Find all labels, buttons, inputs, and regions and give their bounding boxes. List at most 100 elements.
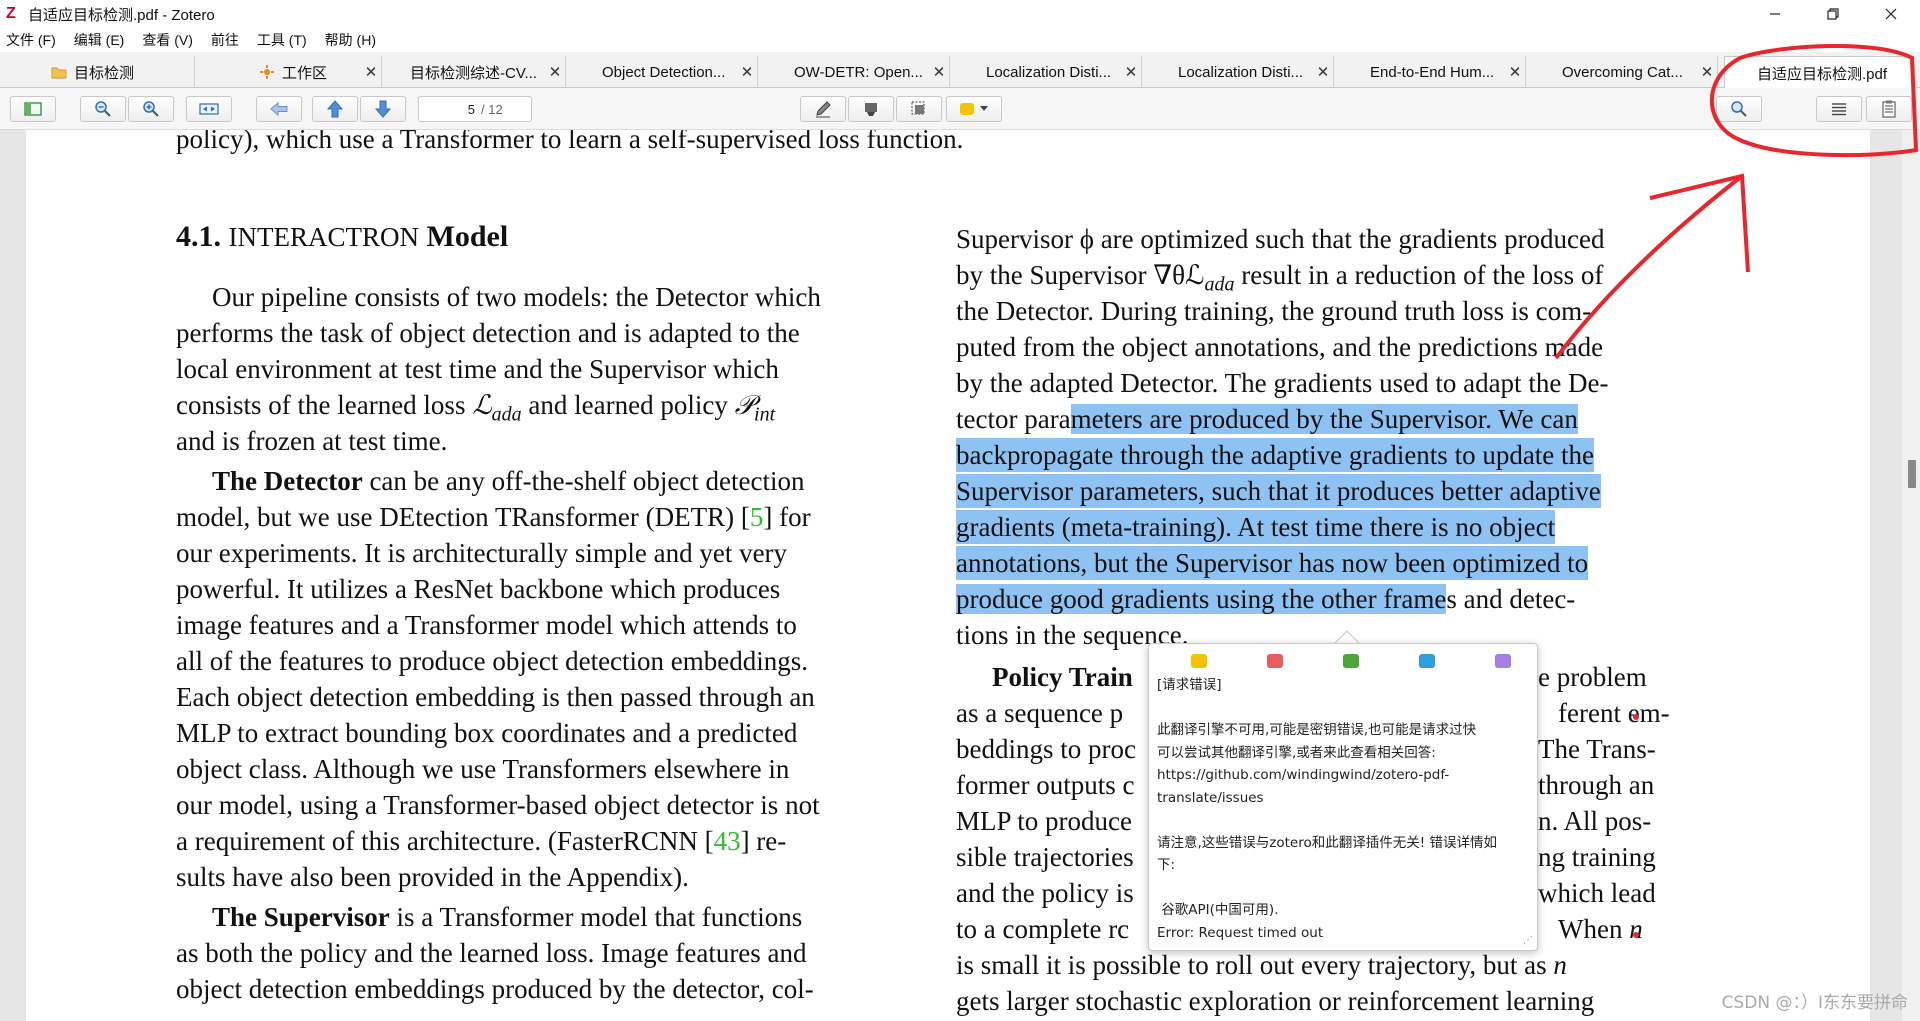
tab-label: OW-DETR: Open... bbox=[794, 63, 923, 81]
color-swatch-yellow[interactable] bbox=[1191, 654, 1207, 668]
page-number-input[interactable] bbox=[419, 101, 479, 117]
notes-pane-button[interactable] bbox=[1866, 96, 1912, 122]
citation-link[interactable]: 5 bbox=[750, 502, 764, 532]
eraser-icon bbox=[865, 103, 877, 116]
color-swatch-purple[interactable] bbox=[1495, 654, 1511, 668]
text-line: The Supervisor is a Transformer model th… bbox=[212, 900, 802, 934]
tab-close-icon[interactable]: ✕ bbox=[1697, 63, 1717, 81]
text-tool-button[interactable] bbox=[848, 96, 894, 122]
menu-view[interactable]: 查看 (V) bbox=[142, 30, 193, 50]
zoom-out-button[interactable] bbox=[80, 96, 126, 122]
tab-document[interactable]: Localization Disti... ✕ bbox=[1172, 56, 1334, 88]
translation-popup[interactable]: [请求错误] 此翻译引擎不可用,可能是密钥错误,也可能是请求过快 可以尝试其他翻… bbox=[1148, 643, 1538, 951]
menu-go[interactable]: 前往 bbox=[211, 30, 239, 50]
pencil-icon bbox=[816, 101, 831, 118]
text-line: Our pipeline consists of two models: the… bbox=[212, 282, 821, 312]
zoom-in-button[interactable] bbox=[128, 96, 174, 122]
pdf-page[interactable]: policy), which use a Transformer to lear… bbox=[26, 130, 1870, 1021]
math-subscript: ada bbox=[491, 403, 522, 426]
highlighted-text[interactable]: gradients (meta-training). At test time … bbox=[956, 510, 1556, 544]
text-line: local environment at test time and the S… bbox=[176, 354, 779, 384]
tab-label: 目标检测 bbox=[74, 64, 135, 82]
tab-document[interactable]: Object Detection... ✕ bbox=[596, 56, 758, 88]
paragraph-lead: The Supervisor bbox=[212, 902, 390, 932]
tab-close-icon[interactable]: ✕ bbox=[361, 63, 381, 81]
text-line: sults have also been provided in the App… bbox=[176, 862, 689, 892]
text-line: powerful. It utilizes a ResNet backbone … bbox=[176, 574, 781, 604]
text-line: Each object detection embedding is then … bbox=[176, 682, 815, 712]
tab-library[interactable]: 目标检测 bbox=[40, 56, 195, 88]
text-line: performs the task of object detection an… bbox=[176, 318, 800, 348]
color-picker-button[interactable] bbox=[946, 96, 1002, 122]
minimize-icon[interactable] bbox=[1746, 0, 1804, 28]
text-line: and is frozen at test time. bbox=[176, 426, 448, 456]
outline-button[interactable] bbox=[1816, 96, 1862, 122]
tab-close-icon[interactable]: ✕ bbox=[929, 63, 949, 81]
heading-word: Model bbox=[426, 220, 509, 253]
highlighted-text[interactable]: meters are produced by the Supervisor. W… bbox=[1070, 404, 1578, 434]
text-line: MLP to produce bbox=[956, 806, 1132, 836]
math-variable: n bbox=[1553, 950, 1567, 980]
tab-label: Overcoming Cat... bbox=[1562, 63, 1683, 81]
resize-grip-icon[interactable]: ⋰ bbox=[1523, 936, 1533, 946]
text-line: tector parameters are produced by the Su… bbox=[956, 402, 1578, 436]
tab-label: Object Detection... bbox=[602, 63, 726, 81]
note-tool-button[interactable] bbox=[800, 96, 846, 122]
menu-file[interactable]: 文件 (F) bbox=[6, 30, 56, 50]
menu-edit[interactable]: 编辑 (E) bbox=[74, 30, 125, 50]
back-button[interactable] bbox=[256, 96, 302, 122]
area-tool-button[interactable] bbox=[896, 96, 942, 122]
scroll-thumb[interactable] bbox=[1908, 460, 1916, 488]
next-page-button[interactable] bbox=[360, 96, 406, 122]
vertical-scrollbar[interactable] bbox=[1902, 130, 1920, 1021]
highlighted-text[interactable]: produce good gradients using the other f… bbox=[956, 584, 1447, 614]
sidebar-icon bbox=[24, 102, 42, 116]
previous-page-button[interactable] bbox=[312, 96, 358, 122]
section-heading: 4.1. INTERACTRON Model bbox=[176, 220, 508, 254]
translation-result-text[interactable]: [请求错误] 此翻译引擎不可用,可能是密钥错误,也可能是请求过快 可以尝试其他翻… bbox=[1157, 674, 1531, 944]
tab-document[interactable]: OW-DETR: Open... ✕ bbox=[788, 56, 950, 88]
find-button[interactable] bbox=[1716, 96, 1762, 122]
search-icon bbox=[1731, 101, 1747, 117]
text-span: result in a reduction of the loss of bbox=[1234, 260, 1604, 290]
citation-link[interactable]: 43 bbox=[714, 826, 741, 856]
text-line: The Trans- bbox=[1538, 734, 1656, 764]
tab-close-icon[interactable]: ✕ bbox=[1121, 63, 1141, 81]
highlighted-text[interactable]: Supervisor parameters, such that it prod… bbox=[956, 474, 1601, 508]
menu-help[interactable]: 帮助 (H) bbox=[325, 30, 376, 50]
color-swatch-green[interactable] bbox=[1343, 654, 1359, 668]
tab-label: 工作区 bbox=[282, 64, 328, 82]
tab-close-icon[interactable]: ✕ bbox=[1505, 63, 1525, 81]
pdf-viewport[interactable]: policy), which use a Transformer to lear… bbox=[0, 130, 1920, 1021]
text-span: a requirement of this architecture. (Fas… bbox=[176, 826, 714, 856]
tab-close-icon[interactable]: ✕ bbox=[1313, 63, 1333, 81]
highlighted-text[interactable]: annotations, but the Supervisor has now … bbox=[956, 546, 1589, 580]
menu-tools[interactable]: 工具 (T) bbox=[257, 30, 307, 50]
tab-label: 自适应目标检测.pdf bbox=[1757, 65, 1888, 83]
zotero-logo-icon: Z bbox=[6, 5, 16, 22]
text-line: Supervisor ϕ are optimized such that the… bbox=[956, 224, 1605, 254]
highlight-color-swatch bbox=[960, 103, 974, 115]
tab-close-icon[interactable]: ✕ bbox=[545, 63, 565, 81]
close-icon[interactable] bbox=[1862, 0, 1920, 28]
tab-close-icon[interactable]: ✕ bbox=[737, 63, 757, 81]
tab-document[interactable]: Localization Disti... ✕ bbox=[980, 56, 1142, 88]
restore-icon[interactable] bbox=[1804, 0, 1862, 28]
tab-document[interactable]: 目标检测综述-CV... ✕ bbox=[404, 56, 566, 88]
window-title: 自适应目标检测.pdf - Zotero bbox=[28, 6, 215, 24]
tab-document[interactable]: Overcoming Cat... ✕ bbox=[1556, 56, 1718, 88]
text-line: the Detector. During training, the groun… bbox=[956, 296, 1592, 326]
text-span: tector para bbox=[956, 404, 1071, 434]
toggle-sidebar-button[interactable] bbox=[10, 96, 56, 122]
tab-workspace[interactable]: 工作区 ✕ bbox=[248, 56, 382, 88]
fit-width-button[interactable] bbox=[186, 96, 232, 122]
highlighted-text[interactable]: backpropagate through the adaptive gradi… bbox=[956, 438, 1595, 472]
tab-active-document[interactable]: 自适应目标检测.pdf bbox=[1724, 56, 1914, 89]
color-swatch-red[interactable] bbox=[1267, 654, 1283, 668]
heading-word: INTERACTRON bbox=[228, 222, 420, 252]
menu-bar: 文件 (F) 编辑 (E) 查看 (V) 前往 工具 (T) 帮助 (H) bbox=[0, 28, 1920, 52]
color-swatch-blue[interactable] bbox=[1419, 654, 1435, 668]
tab-bar: 目标检测 工作区 ✕ 目标检测综述-CV... ✕ Object Detecti… bbox=[0, 52, 1920, 89]
up-arrow-icon bbox=[327, 100, 343, 118]
tab-document[interactable]: End-to-End Hum... ✕ bbox=[1364, 56, 1526, 88]
